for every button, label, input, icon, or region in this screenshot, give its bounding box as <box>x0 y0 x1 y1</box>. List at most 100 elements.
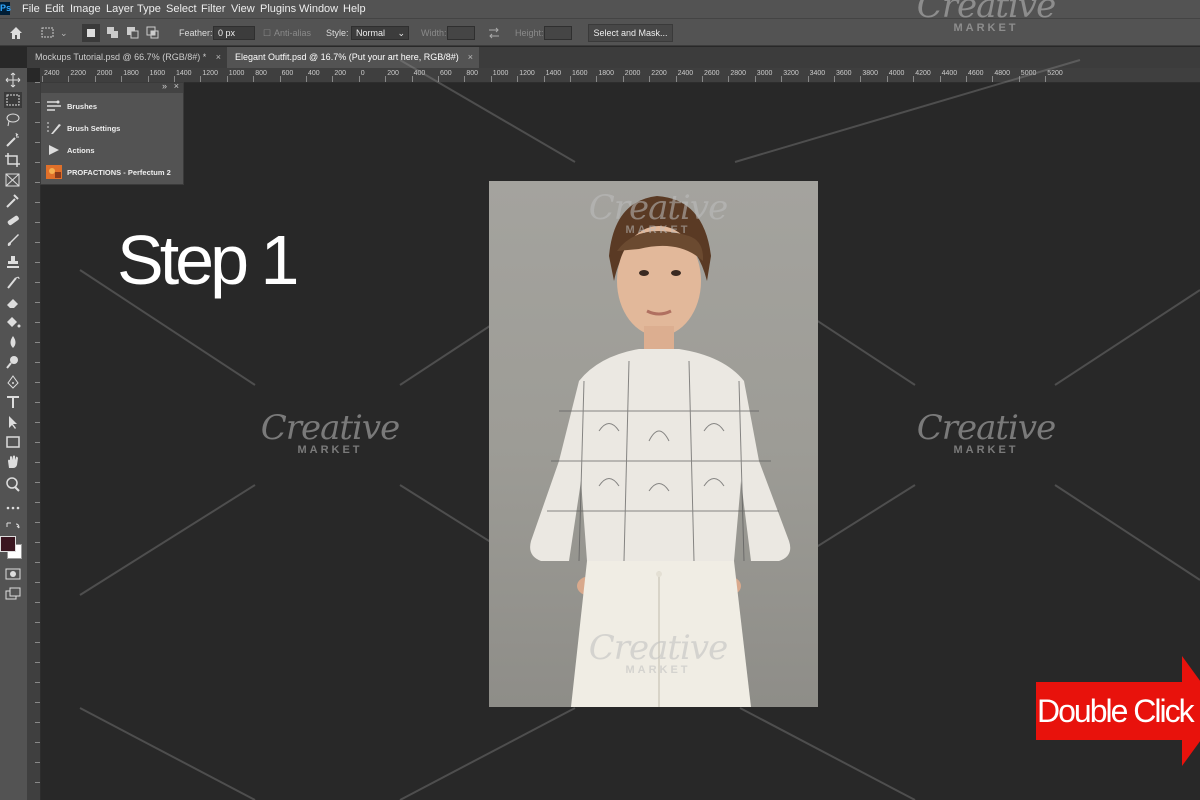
quick-mask-icon[interactable] <box>4 566 22 582</box>
menu-filter[interactable]: Filter <box>201 3 225 15</box>
menu-plugins[interactable]: Plugins <box>260 3 296 15</box>
ruler-tick <box>464 76 466 82</box>
marquee-preset-icon[interactable] <box>40 25 56 41</box>
crop-tool-icon[interactable] <box>4 152 22 168</box>
zoom-tool-icon[interactable] <box>4 476 22 492</box>
antialias-checkbox[interactable]: ☐ <box>263 28 271 39</box>
clone-stamp-icon[interactable] <box>4 254 22 270</box>
rectangular-marquee-icon[interactable] <box>4 92 22 108</box>
feather-input[interactable]: 0 px <box>213 26 255 40</box>
foreground-color-swatch-front[interactable] <box>0 536 16 552</box>
tab-label: Mockups Tutorial.psd @ 66.7% (RGB/8#) * <box>35 52 207 62</box>
menu-help[interactable]: Help <box>343 3 366 15</box>
ruler-tick <box>35 222 40 223</box>
panel-item-profactions[interactable]: PROFACTIONS - Perfectum 2 <box>41 162 183 182</box>
eraser-icon[interactable] <box>4 294 22 310</box>
lasso-tool-icon[interactable] <box>4 112 22 128</box>
chevron-down-icon[interactable]: ⌄ <box>60 28 68 39</box>
path-selection-icon[interactable] <box>4 414 22 430</box>
dodge-tool-icon[interactable] <box>4 354 22 370</box>
close-icon[interactable]: × <box>174 81 179 91</box>
ruler-label: 4400 <box>941 70 958 77</box>
eyedropper-icon[interactable] <box>4 192 22 208</box>
ruler-tick <box>675 76 677 82</box>
horizontal-ruler[interactable]: 2400 2200 2000 1800 1600 1400 1200 1000 800 600 40… <box>40 68 1200 83</box>
brush-tool-icon[interactable] <box>4 232 22 248</box>
ruler-tick <box>35 622 40 623</box>
history-brush-icon[interactable] <box>4 274 22 290</box>
tab-mockups-tutorial[interactable]: Mockups Tutorial.psd @ 66.7% (RGB/8#) * × <box>27 47 227 68</box>
width-input[interactable] <box>447 26 475 40</box>
new-selection-button[interactable] <box>82 24 100 42</box>
ruler-label: 1400 <box>545 70 562 77</box>
ruler-label: 4000 <box>888 70 905 77</box>
menu-image[interactable]: Image <box>70 3 101 15</box>
ruler-tick <box>35 502 40 503</box>
ruler-tick <box>332 76 334 82</box>
style-select[interactable]: Normal ⌄ <box>351 26 409 40</box>
ruler-tick <box>570 76 571 82</box>
photoshop-logo-icon[interactable]: Ps <box>0 2 11 15</box>
mockup-photo[interactable] <box>489 181 818 707</box>
ruler-tick <box>35 302 40 303</box>
ruler-tick <box>490 76 492 82</box>
ruler-tick <box>35 762 40 763</box>
hand-tool-icon[interactable] <box>4 454 22 470</box>
vertical-ruler[interactable] <box>27 82 41 800</box>
more-tools-icon[interactable] <box>4 500 22 516</box>
ruler-label: 5200 <box>1047 70 1063 77</box>
frame-tool-icon[interactable] <box>4 172 22 188</box>
style-label: Style: <box>326 28 349 38</box>
pen-tool-icon[interactable] <box>4 374 22 390</box>
menu-window[interactable]: Window <box>299 3 338 15</box>
ruler-label: 1800 <box>123 70 139 77</box>
healing-brush-icon[interactable] <box>4 212 22 228</box>
menu-select[interactable]: Select <box>166 3 197 15</box>
callout-text: Double Click h <box>1037 693 1200 729</box>
ruler-label: 1200 <box>519 70 535 77</box>
panel-header[interactable]: » × <box>41 81 183 93</box>
magic-wand-icon[interactable] <box>4 132 22 148</box>
panel-item-brush-settings[interactable]: Brush Settings <box>41 118 183 138</box>
ruler-tick <box>992 76 994 82</box>
ruler-label: 2600 <box>704 70 720 77</box>
panel-item-brushes[interactable]: Brushes <box>41 96 183 116</box>
ruler-tick <box>385 76 387 82</box>
ruler-tick <box>754 76 756 82</box>
ruler-tick <box>543 76 545 82</box>
menu-layer[interactable]: Layer <box>106 3 134 15</box>
ruler-tick <box>226 76 228 82</box>
tab-elegant-outfit[interactable]: Elegant Outfit.psd @ 16.7% (Put your art… <box>227 47 479 68</box>
ruler-tick <box>728 76 730 82</box>
panel-item-actions[interactable]: Actions <box>41 140 183 160</box>
rectangle-tool-icon[interactable] <box>4 434 22 450</box>
menu-type[interactable]: Type <box>137 3 161 15</box>
height-input[interactable] <box>544 26 572 40</box>
ruler-label: 0 <box>360 70 365 77</box>
menu-bar: Ps File Edit Image Layer Type Select Fil… <box>0 0 1200 18</box>
ruler-tick <box>35 682 40 683</box>
subtract-from-selection-icon[interactable] <box>125 25 141 41</box>
ruler-tick <box>35 562 40 563</box>
blur-tool-icon[interactable] <box>4 334 22 350</box>
add-to-selection-icon[interactable] <box>105 25 121 41</box>
ruler-label: 2200 <box>70 70 86 77</box>
width-label: Width: <box>421 28 447 38</box>
screen-mode-icon[interactable] <box>4 586 22 602</box>
type-tool-icon[interactable] <box>4 394 22 410</box>
menu-edit[interactable]: Edit <box>45 3 64 15</box>
close-icon[interactable]: × <box>216 47 221 68</box>
close-icon[interactable]: × <box>468 47 473 68</box>
select-and-mask-button[interactable]: Select and Mask... <box>588 24 673 42</box>
home-icon[interactable] <box>8 25 24 41</box>
paint-bucket-icon[interactable] <box>4 314 22 330</box>
ruler-tick <box>200 76 202 82</box>
swap-icon[interactable] <box>486 25 502 41</box>
swap-colors-icon[interactable] <box>4 520 22 536</box>
intersect-selection-icon[interactable] <box>145 25 161 41</box>
ruler-tick <box>35 582 40 583</box>
menu-view[interactable]: View <box>231 3 255 15</box>
move-tool-icon[interactable] <box>4 72 22 88</box>
expand-panels-icon[interactable]: » <box>162 81 167 91</box>
menu-file[interactable]: File <box>22 3 40 15</box>
